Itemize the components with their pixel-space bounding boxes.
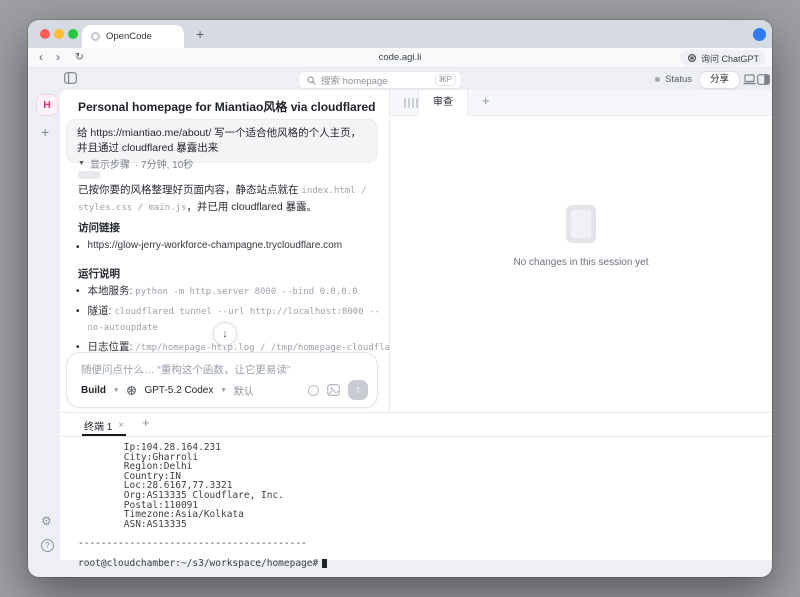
bullet-icon: •: [76, 304, 80, 336]
chevron-down-icon: ▼: [78, 160, 85, 167]
browser-window: OpenCode + ‹ › ↻ code.agi.li 询问 ChatGPT: [28, 20, 772, 577]
inline-code: styles.css: [78, 203, 132, 213]
composer-controls: Build ▼ GPT-5.2 Codex ▼ 默认: [81, 380, 368, 400]
inline-code: main.js: [148, 203, 186, 213]
links-heading: 访问链接: [78, 220, 120, 235]
review-empty-text: No changes in this session yet: [390, 257, 772, 268]
tunnel-link-row: • https://glow-jerry-workforce-champagne…: [76, 240, 386, 255]
model-selector[interactable]: GPT-5.2 Codex: [144, 385, 213, 396]
review-panel: 审查 + No changes in this session yet: [390, 90, 772, 412]
chevron-down-icon: ▼: [113, 387, 119, 394]
new-session-button[interactable]: +: [41, 124, 49, 140]
terminal-panel: 终端 1 × + Ip:104.28.164.231 City:Gharroli…: [60, 412, 772, 560]
opencode-favicon-icon: [91, 32, 100, 41]
status-indicator[interactable]: Status: [655, 74, 692, 85]
panel-layout-icon: [757, 74, 770, 85]
search-input[interactable]: 搜索 homepage ⌘P: [298, 71, 462, 89]
open-preview-button[interactable]: [743, 74, 756, 85]
traffic-light-minimize-button[interactable]: [54, 29, 64, 39]
profile-avatar[interactable]: [753, 28, 766, 41]
traffic-light-close-button[interactable]: [40, 29, 50, 39]
terminal-tab-label: 终端 1: [84, 418, 112, 433]
search-placeholder: 搜索 homepage: [321, 73, 430, 87]
status-label: Status: [665, 74, 692, 85]
terminal-prompt: root@cloudchamber:~/s3/workspace/homepag…: [78, 558, 318, 569]
settings-gear-icon[interactable]: ⚙: [41, 514, 52, 528]
tunnel-link[interactable]: https://glow-jerry-workforce-champagne.t…: [88, 240, 343, 255]
help-icon[interactable]: ?: [41, 539, 54, 552]
sidebar-toggle-icon: [64, 72, 77, 84]
terminal-tab-bar: 终端 1 × +: [60, 413, 772, 437]
share-button[interactable]: 分享: [699, 71, 740, 89]
terminal-body[interactable]: Ip:104.28.164.231 City:Gharroli Region:D…: [78, 443, 762, 560]
app-toolbar: 搜索 homepage ⌘P Status 分享: [28, 68, 772, 90]
show-steps-toggle[interactable]: ▼ 显示步骤 · 7分钟, 10秒: [78, 156, 193, 171]
browser-nav-bar: ‹ › ↻ code.agi.li 询问 ChatGPT: [28, 48, 772, 68]
reasoning-preset[interactable]: 默认: [234, 383, 254, 398]
bullet-icon: •: [76, 240, 80, 255]
send-button[interactable]: ↑: [348, 380, 368, 400]
record-circle-icon[interactable]: [308, 385, 319, 396]
toggle-panel-button[interactable]: [757, 74, 770, 85]
chatgpt-logo-icon: [687, 53, 697, 63]
chevron-down-icon: ▼: [220, 387, 226, 394]
browser-tab-strip: OpenCode +: [28, 20, 772, 48]
laptop-icon: [743, 74, 756, 85]
show-steps-label: 显示步骤: [90, 156, 130, 171]
new-tab-button[interactable]: +: [196, 24, 204, 44]
add-terminal-button[interactable]: +: [142, 415, 150, 430]
traffic-light-zoom-button[interactable]: [68, 29, 78, 39]
chat-panel: Personal homepage for Miantiao风格 via clo…: [60, 90, 390, 412]
attach-image-icon[interactable]: [327, 384, 340, 396]
terminal-cursor: [322, 559, 327, 568]
project-avatar[interactable]: H: [36, 94, 58, 116]
review-empty-state: No changes in this session yet: [390, 205, 772, 268]
run-heading: 运行说明: [78, 266, 120, 281]
status-dot-icon: [655, 77, 660, 82]
openai-logo-icon: [126, 385, 137, 396]
composer-placeholder: 随便问点什么… “重构这个函数，让它更易读”: [81, 362, 290, 377]
address-bar[interactable]: code.agi.li: [28, 48, 772, 68]
inline-code: index.html: [301, 186, 355, 196]
ask-chatgpt-button[interactable]: 询问 ChatGPT: [680, 50, 766, 66]
ask-chatgpt-label: 询问 ChatGPT: [701, 52, 759, 65]
terminal-output: Ip:104.28.164.231 City:Gharroli Region:D…: [78, 443, 762, 549]
terminal-prompt-line: root@cloudchamber:~/s3/workspace/homepag…: [78, 558, 762, 569]
run-notes-list: • 本地服务: python -m http.server 8000 --bin…: [76, 284, 388, 360]
mode-selector[interactable]: Build: [81, 385, 106, 396]
browser-tab-opencode[interactable]: OpenCode: [82, 25, 184, 48]
add-review-tab-button[interactable]: +: [482, 93, 490, 108]
tab-review[interactable]: 审查: [418, 90, 468, 116]
faded-text-placeholder: [78, 171, 100, 179]
bullet-icon: •: [76, 284, 80, 300]
tab-title: OpenCode: [106, 31, 152, 42]
diff-columns-icon: [404, 98, 418, 108]
list-item: • 本地服务: python -m http.server 8000 --bin…: [76, 284, 388, 300]
empty-file-icon: [566, 205, 596, 243]
active-tab-indicator: [82, 434, 126, 436]
composer[interactable]: 随便问点什么… “重构这个函数，让它更易读” Build ▼ GPT-5.2 C…: [66, 352, 378, 408]
sidebar-toggle-button[interactable]: [64, 72, 77, 84]
assistant-summary: 已按你要的风格整理好页面内容，静态站点就在 index.html / style…: [78, 182, 376, 216]
scroll-to-bottom-button[interactable]: ↓: [213, 322, 237, 346]
close-icon[interactable]: ×: [118, 420, 124, 431]
steps-duration: · 7分钟, 10秒: [135, 156, 193, 171]
review-tab-bar: 审查 +: [390, 90, 772, 116]
search-shortcut-badge: ⌘P: [435, 74, 456, 86]
search-icon: [307, 76, 316, 85]
